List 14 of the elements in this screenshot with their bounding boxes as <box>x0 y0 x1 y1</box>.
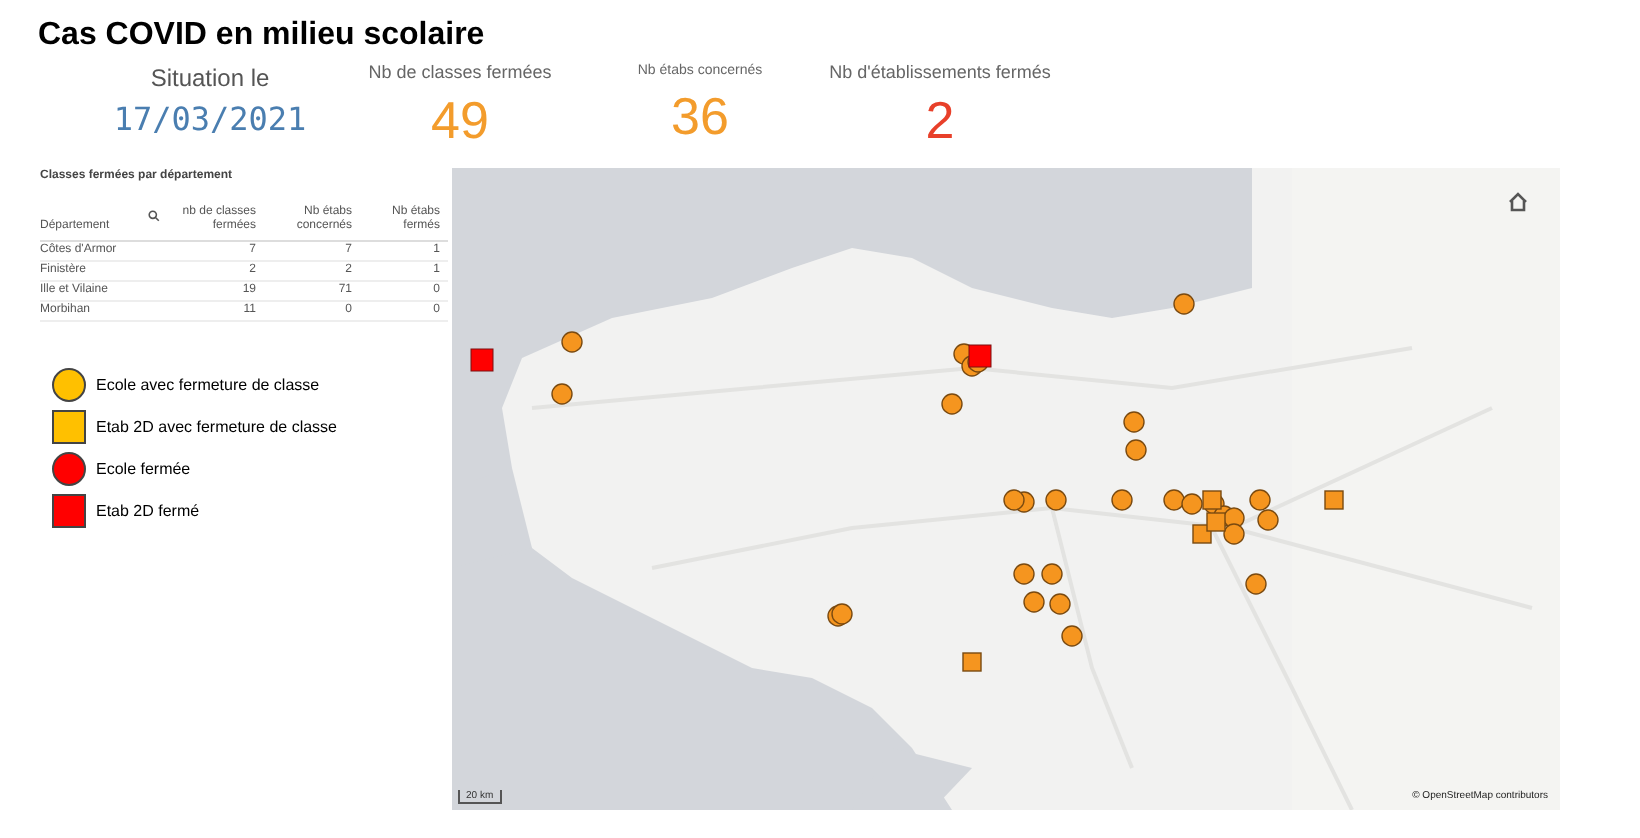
home-icon[interactable] <box>1508 192 1528 212</box>
dashboard-title: Cas COVID en milieu scolaire <box>38 16 485 56</box>
legend-label: Ecole avec fermeture de classe <box>96 373 320 397</box>
kpi-value: 2 <box>925 87 955 151</box>
situation-label: Situation le <box>150 62 270 96</box>
legend-label: Etab 2D fermé <box>96 499 200 523</box>
legend-label: Ecole fermée <box>96 457 191 481</box>
situation-date: 17/03/2021 <box>113 98 307 142</box>
kpi-value: 49 <box>431 87 489 151</box>
legend-label: Etab 2D avec fermeture de classe <box>96 415 338 439</box>
kpi-label: Nb de classes fermées <box>368 60 552 86</box>
kpi-label: Nb d'établissements fermés <box>829 60 1051 86</box>
search-icon[interactable] <box>148 210 160 222</box>
kpi-value: 36 <box>671 83 729 147</box>
